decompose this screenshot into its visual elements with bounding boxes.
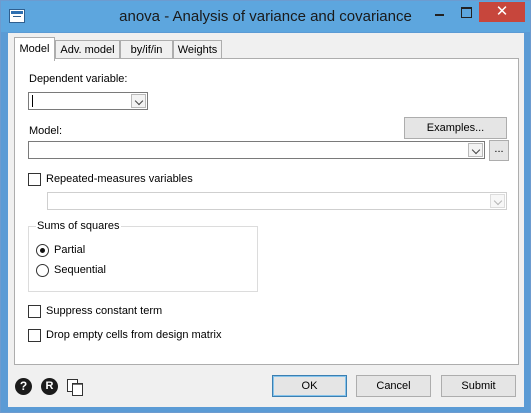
ok-button[interactable]: OK (272, 375, 347, 397)
suppress-constant-label: Suppress constant term (46, 305, 163, 317)
repeated-measures-combobox[interactable] (47, 192, 507, 210)
suppress-constant-checkbox[interactable] (28, 305, 41, 318)
repeated-measures-label: Repeated-measures variables (46, 173, 193, 185)
chevron-down-icon[interactable] (490, 194, 505, 208)
chevron-down-icon[interactable] (468, 143, 483, 157)
repeated-measures-checkbox[interactable] (28, 173, 41, 186)
tab-adv-model[interactable]: Adv. model (55, 40, 120, 59)
partial-label: Partial (54, 244, 86, 256)
tab-model[interactable]: Model (14, 37, 55, 61)
dialog-window: anova - Analysis of variance and covaria… (0, 0, 531, 413)
drop-empty-cells-label: Drop empty cells from design matrix (46, 329, 222, 341)
drop-empty-cells-checkbox[interactable] (28, 329, 41, 342)
cancel-button[interactable]: Cancel (356, 375, 431, 397)
reset-icon[interactable]: R (41, 378, 58, 395)
submit-button[interactable]: Submit (441, 375, 516, 397)
tab-weights[interactable]: Weights (173, 40, 222, 59)
model-tab-panel: Dependent variable: Examples... Model: .… (14, 58, 519, 365)
dialog-client-area: Model Adv. model by/if/in Weights Depend… (8, 33, 524, 407)
sums-of-squares-title: Sums of squares (36, 220, 121, 232)
sequential-radio[interactable] (36, 264, 49, 277)
model-label: Model: (29, 125, 63, 137)
copy-command-icon[interactable] (66, 378, 83, 396)
partial-radio[interactable] (36, 244, 49, 257)
model-combobox[interactable] (28, 141, 485, 159)
close-button[interactable]: ✕ (479, 2, 525, 22)
examples-button[interactable]: Examples... (404, 117, 507, 139)
chevron-down-icon[interactable] (131, 94, 146, 108)
dependent-variable-label: Dependent variable: (29, 73, 128, 85)
text-cursor (32, 95, 33, 107)
title-bar[interactable]: anova - Analysis of variance and covaria… (1, 1, 530, 32)
maximize-button[interactable] (453, 2, 479, 22)
variable-browse-button[interactable]: ... (489, 140, 509, 161)
tab-by-if-in[interactable]: by/if/in (120, 40, 173, 59)
help-icon[interactable]: ? (15, 378, 32, 395)
dependent-variable-combobox[interactable] (28, 92, 148, 110)
sequential-label: Sequential (54, 264, 106, 276)
sums-of-squares-group (28, 226, 258, 292)
minimize-button[interactable] (426, 2, 452, 22)
